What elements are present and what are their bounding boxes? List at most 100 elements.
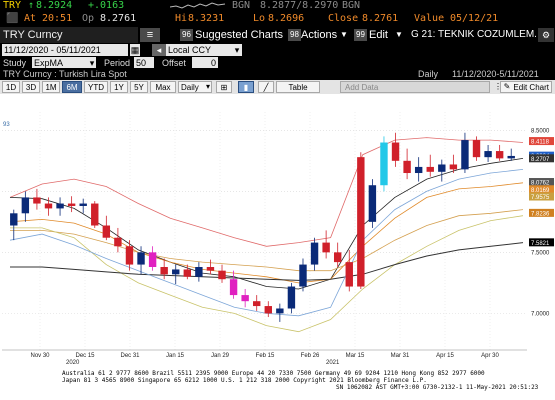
calendar-icon[interactable]: ▦ [130, 44, 140, 56]
alert-icon: ⬛ [6, 13, 19, 24]
actions-dropdown-icon[interactable]: ▼ [337, 28, 348, 42]
price-chart[interactable]: 8.50008.00007.50007.0000 8.41188.29248.2… [0, 94, 555, 374]
candle-body [33, 197, 41, 204]
candle-body [310, 242, 319, 265]
frequency-dropdown-icon[interactable]: ▾ [204, 81, 212, 93]
candle-body [91, 203, 99, 226]
candle-body [67, 203, 76, 206]
footer-contacts-2: Japan 81 3 4565 8900 Singapore 65 6212 1… [62, 377, 427, 384]
x-tick-label: Feb 26 [301, 353, 320, 359]
security-description: TRY Curncy : Turkish Lira Spot [3, 69, 127, 79]
candle-body [403, 160, 411, 174]
open-value: 8.2761 [100, 13, 137, 24]
candle-body [414, 166, 423, 174]
add-data-input[interactable]: Add Data [340, 81, 490, 93]
actions-button[interactable]: Actions [298, 28, 337, 42]
candle-body [10, 213, 18, 226]
candle-body [56, 203, 64, 209]
y-tick-label: 7.5000 [531, 250, 550, 256]
period-max-button[interactable]: Max [150, 81, 176, 93]
edit-dropdown-icon[interactable]: ▼ [392, 28, 403, 42]
period-3d-button[interactable]: 3D [22, 81, 40, 93]
chart-gridlines [2, 112, 527, 350]
chart-x-axis: Nov 30 Dec 15 Dec 31 Jan 15 Jan 29 Feb 15 Feb … [2, 349, 527, 366]
candle-body [102, 225, 111, 238]
price-tag-label: 8.2707 [531, 157, 550, 163]
value-date: 05/12/21 [450, 13, 499, 24]
year-label-2021: 2021 [326, 360, 340, 366]
chart-price-tags: 8.41188.29248.27078.07628.01697.95757.82… [529, 137, 554, 247]
close-value: 8.2761 [362, 13, 399, 24]
price-tag-label: 7.9575 [531, 195, 550, 201]
currency-select[interactable]: Local CCY [166, 44, 242, 56]
series-line [9, 182, 524, 284]
candle-body [472, 140, 481, 158]
low-label: Lo [253, 13, 266, 24]
x-tick-label: Jan 29 [211, 353, 230, 359]
candle-body [484, 151, 492, 158]
high-value: 8.3231 [188, 13, 225, 24]
sparkline-icon [170, 2, 226, 9]
candle-body [507, 155, 515, 159]
candle-body [172, 269, 180, 275]
footer-contacts-1: Australia 61 2 9777 8600 Brazil 5511 239… [62, 370, 485, 377]
candle-body [114, 237, 122, 247]
ticker: TRY [3, 0, 22, 11]
candle-body [79, 203, 87, 206]
source-2: BGN [342, 0, 361, 11]
edit-button[interactable]: Edit [366, 28, 388, 42]
candle-body [345, 262, 353, 287]
date-range-field[interactable]: 11/12/2020 - 05/11/2021 [2, 44, 128, 56]
price-tag-label: 8.4118 [531, 140, 550, 146]
value-label: Value [414, 13, 445, 24]
candle-body [380, 142, 388, 186]
candle-body [426, 166, 434, 172]
x-tick-label: Nov 30 [30, 353, 50, 359]
candle-body [264, 306, 272, 314]
period-6m-button[interactable]: 6M [62, 81, 82, 93]
candle-type-icon[interactable]: ▮ [238, 81, 254, 93]
range-row: 11/12/2020 - 05/11/2021 ▦ ◂ Local CCY ▾ [0, 43, 555, 56]
period-5y-button[interactable]: 5Y [130, 81, 148, 93]
price-change: +.0163 [88, 0, 125, 11]
candle-body [391, 142, 400, 161]
y-tick-label: 8.5000 [531, 128, 550, 134]
candle-body [137, 252, 145, 265]
y-tick-label: 7.0000 [531, 311, 550, 317]
chart-toolbar: 1D 3D 1M 6M YTD 1Y 5Y Max Daily ▾ ⊞ ▮ ╱ … [0, 80, 555, 94]
period-1d-button[interactable]: 1D [2, 81, 20, 93]
main-toolbar: TRY Curncy ≡ 96 Suggested Charts 98 Acti… [0, 27, 555, 43]
pencil-icon[interactable]: ✎ [502, 81, 512, 93]
line-type-icon[interactable]: ╱ [258, 81, 274, 93]
top-fragment-label: 93 [3, 122, 10, 128]
close-label: Close [328, 13, 359, 24]
candle-body [368, 185, 377, 222]
bid-ask: 8.2877/8.2970 [260, 0, 339, 11]
period-ytd-button[interactable]: YTD [84, 81, 108, 93]
period-1m-button[interactable]: 1M [42, 81, 60, 93]
candle-body [218, 270, 226, 280]
gear-icon[interactable]: ⚙ [538, 28, 554, 42]
last-price: 8.2924 [36, 0, 73, 11]
candle-body [195, 267, 203, 277]
quote-line-2: ⬛ At 20:51 Op 8.2761 Hi 8.3231 Lo 8.2696… [0, 12, 555, 26]
open-label: Op [82, 13, 95, 24]
table-button[interactable]: Table [276, 81, 320, 93]
at-label: At [24, 13, 37, 24]
candle-body [287, 286, 296, 309]
menu-icon[interactable]: ≡ [140, 28, 160, 42]
security-title[interactable]: TRY Curncy [0, 27, 138, 43]
price-tag-label: 7.8236 [531, 211, 550, 217]
chart-type-icon[interactable]: ⊞ [216, 81, 232, 93]
candle-body [438, 164, 446, 172]
frequency-label: Daily [418, 69, 439, 79]
source-1: BGN [232, 0, 251, 11]
footer-session: SN 1062082 AST GMT+3:00 G730-2132-1 11-M… [336, 384, 539, 391]
suggested-charts-button[interactable]: Suggested Charts [192, 28, 283, 42]
high-label: Hi [175, 13, 188, 24]
period-1y-button[interactable]: 1Y [110, 81, 128, 93]
range-prev-icon[interactable]: ◂ [152, 44, 166, 56]
currency-dropdown-icon[interactable]: ▾ [232, 44, 242, 56]
candle-body [183, 269, 192, 277]
footer: Australia 61 2 9777 8600 Brazil 5511 239… [0, 369, 555, 400]
